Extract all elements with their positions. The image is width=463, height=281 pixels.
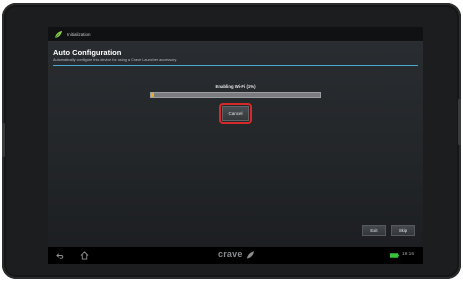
page-header: Auto Configuration Automatically configu… <box>48 42 423 62</box>
progress-fill <box>151 93 155 97</box>
progress-label: Enabling Wi-Fi (1%) <box>215 84 256 89</box>
skip-button[interactable]: Skip <box>391 225 415 236</box>
accent-divider <box>53 65 418 66</box>
home-icon[interactable] <box>80 251 89 260</box>
crave-leaf-icon <box>246 251 255 259</box>
window-title: Initialization <box>67 31 91 37</box>
page-title: Auto Configuration <box>53 48 122 57</box>
title-bar: Initialization <box>48 27 423 42</box>
clock: 19:16 <box>402 252 415 257</box>
exit-button[interactable]: Exit <box>362 225 386 236</box>
screen: Initialization Auto Configuration Automa… <box>48 27 423 264</box>
progress-bar <box>150 92 321 98</box>
back-icon[interactable] <box>56 251 65 260</box>
cancel-button[interactable]: Cancel <box>222 106 249 121</box>
battery-icon <box>390 253 399 258</box>
side-button <box>458 99 461 145</box>
system-nav-bar: crave 19:16 <box>48 247 423 264</box>
side-button <box>2 123 5 157</box>
tablet-frame: Initialization Auto Configuration Automa… <box>2 3 461 279</box>
crave-leaf-icon <box>54 30 63 38</box>
page-subtitle: Automatically configure this device for … <box>53 58 178 62</box>
progress-section: Enabling Wi-Fi (1%) <box>150 84 321 98</box>
brand-logo: crave <box>218 249 243 259</box>
